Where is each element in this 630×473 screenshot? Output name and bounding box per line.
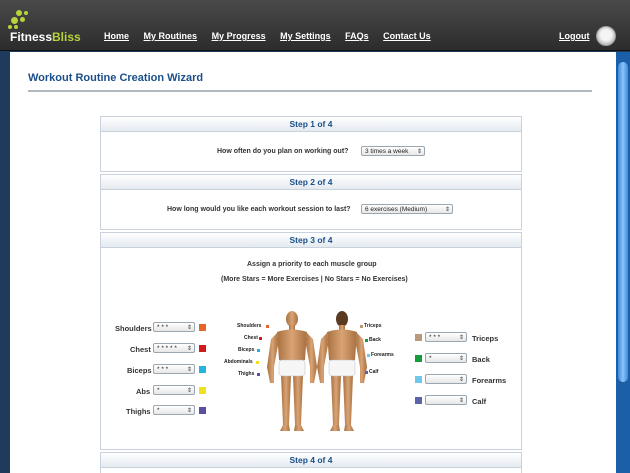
select-arrows-icon: ⇕ (416, 149, 422, 155)
logout-link[interactable]: Logout (559, 31, 590, 41)
user-avatar-icon[interactable] (596, 26, 616, 46)
front-shorts (278, 359, 306, 377)
nav-contact-us[interactable]: Contact Us (383, 31, 431, 41)
step2-panel: Step 2 of 4 How long would you like each… (100, 174, 522, 230)
thighs-priority-select[interactable]: * ⇕ (153, 405, 195, 415)
step1-panel: Step 1 of 4 How often do you plan on wor… (100, 116, 522, 172)
back-tag-back: Back (369, 337, 381, 343)
shoulders-color-swatch (199, 324, 206, 331)
back-tag-calf: Calf (369, 369, 379, 375)
front-tag-shoulders-marker (266, 325, 269, 328)
triceps-label: Triceps (472, 334, 499, 343)
back-color-swatch (415, 355, 422, 362)
back-tag-triceps: Triceps (364, 323, 382, 329)
step4-header: Step 4 of 4 (101, 453, 521, 468)
front-tag-biceps: Biceps (238, 347, 255, 353)
front-tag-thighs-marker (257, 373, 260, 376)
workout-frequency-select[interactable]: 3 times a week ⇕ (361, 146, 425, 156)
step3-header: Step 3 of 4 (101, 233, 521, 248)
shoulders-label: Shoulders (115, 324, 152, 333)
page-title: Workout Routine Creation Wizard (28, 72, 204, 84)
front-tag-chest: Chest (244, 335, 258, 341)
back-label: Back (472, 355, 490, 364)
front-tag-shoulders: Shoulders (237, 323, 262, 329)
fitnessbliss-logo[interactable]: FitnessBliss (8, 10, 98, 46)
front-tag-abdominals-marker (256, 361, 259, 364)
forearms-label: Forearms (472, 376, 507, 385)
biceps-label: Biceps (127, 366, 152, 375)
step3-panel: Step 3 of 4 Assign a priority to each mu… (100, 232, 522, 450)
back-tag-back-marker (365, 339, 368, 342)
front-tag-biceps-marker (257, 349, 260, 352)
nav-home[interactable]: Home (104, 31, 129, 41)
forearms-priority-select[interactable]: ⇕ (425, 374, 467, 384)
back-priority-select[interactable]: * ⇕ (425, 353, 467, 363)
triceps-priority-select[interactable]: * * * ⇕ (425, 332, 467, 342)
back-tag-calf-marker (365, 371, 368, 374)
calf-color-swatch (415, 397, 422, 404)
biceps-color-swatch (199, 366, 206, 373)
forearms-color-swatch (415, 376, 422, 383)
shoulders-priority-select[interactable]: * * * ⇕ (153, 322, 195, 332)
biceps-priority-select[interactable]: * * * ⇕ (153, 364, 195, 374)
workout-frequency-value: 3 times a week (365, 148, 409, 155)
chest-priority-select[interactable]: * * * * * ⇕ (153, 343, 195, 353)
back-tag-triceps-marker (360, 325, 363, 328)
thighs-label: Thighs (126, 407, 151, 416)
triceps-color-swatch (415, 334, 422, 341)
top-navigation-bar: FitnessBliss Home My Routines My Progres… (0, 0, 630, 51)
calf-label: Calf (472, 397, 487, 406)
main-nav: Home My Routines My Progress My Settings… (104, 31, 443, 41)
front-tag-abdominals: Abdominals (224, 359, 253, 365)
abs-label: Abs (136, 387, 151, 396)
main-content: Workout Routine Creation Wizard Step 1 o… (10, 52, 616, 473)
front-tag-thighs: Thighs (238, 371, 255, 377)
step4-panel: Step 4 of 4 (100, 452, 522, 473)
nav-my-settings[interactable]: My Settings (280, 31, 331, 41)
vertical-scrollbar[interactable] (616, 52, 630, 473)
scrollbar-thumb[interactable] (618, 62, 628, 382)
session-length-select[interactable]: 6 exercises (Medium) ⇕ (361, 204, 453, 214)
nav-faqs[interactable]: FAQs (345, 31, 369, 41)
step1-header: Step 1 of 4 (101, 117, 521, 132)
calf-priority-select[interactable]: ⇕ (425, 395, 467, 405)
session-length-value: 6 exercises (Medium) (365, 206, 428, 213)
nav-my-routines[interactable]: My Routines (144, 31, 198, 41)
step1-question: How often do you plan on working out? (217, 148, 349, 155)
step2-header: Step 2 of 4 (101, 175, 521, 190)
title-divider (28, 90, 592, 92)
back-shorts (328, 359, 356, 377)
step3-instruction: Assign a priority to each muscle group (247, 261, 377, 268)
brand-name: FitnessBliss (10, 30, 81, 44)
abs-priority-select[interactable]: * ⇕ (153, 385, 195, 395)
step2-question: How long would you like each workout ses… (167, 206, 351, 213)
back-tag-forearms-marker (367, 354, 370, 357)
nav-my-progress[interactable]: My Progress (212, 31, 266, 41)
select-arrows-icon: ⇕ (444, 207, 450, 213)
thighs-color-swatch (199, 407, 206, 414)
chest-label: Chest (130, 345, 151, 354)
chest-color-swatch (199, 345, 206, 352)
back-tag-forearms: Forearms (371, 352, 394, 358)
step3-legend: (More Stars = More Exercises | No Stars … (221, 276, 408, 283)
abs-color-swatch (199, 387, 206, 394)
front-tag-chest-marker (259, 337, 262, 340)
